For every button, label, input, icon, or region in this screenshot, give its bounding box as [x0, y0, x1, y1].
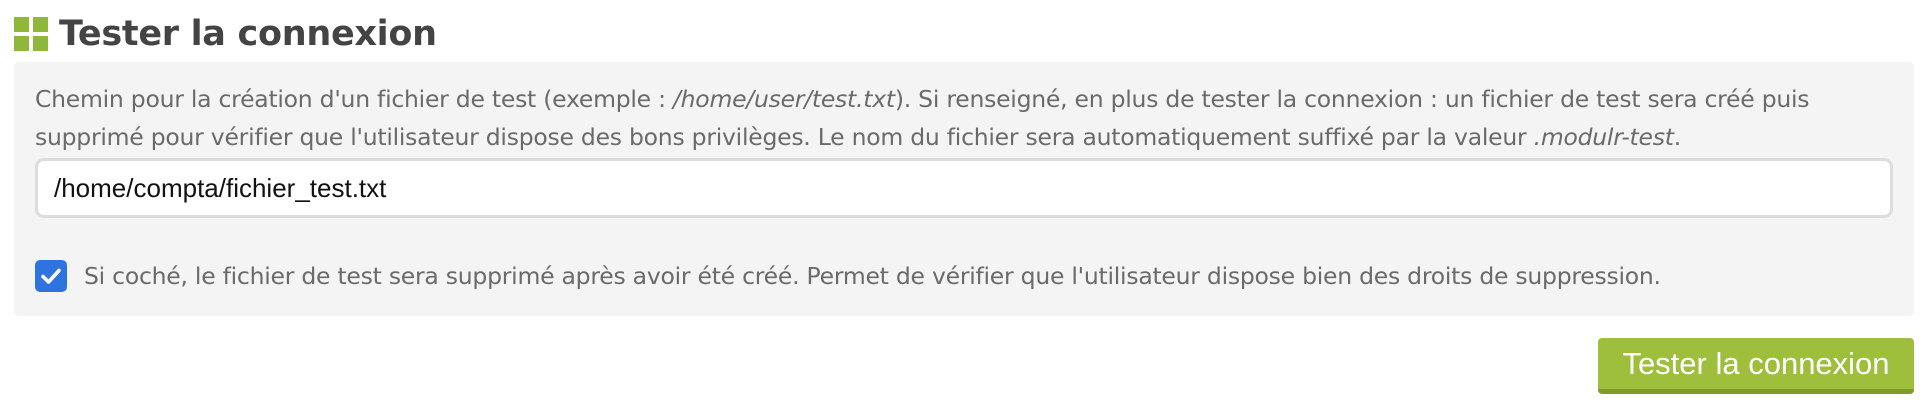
checkmark-icon: [41, 268, 61, 284]
section-header: Tester la connexion: [14, 10, 437, 58]
delete-option-label: Si coché, le fichier de test sera suppri…: [84, 262, 1661, 290]
delete-test-file-checkbox[interactable]: [35, 260, 67, 292]
delete-option-row: Si coché, le fichier de test sera suppri…: [35, 260, 1661, 292]
description-text-3: .: [1673, 123, 1681, 151]
test-connection-button[interactable]: Tester la connexion: [1598, 338, 1914, 394]
description-text-1: Chemin pour la création d'un fichier de …: [35, 85, 673, 113]
suffix-value: .modulr-test: [1533, 123, 1674, 151]
test-file-description: Chemin pour la création d'un fichier de …: [35, 80, 1895, 156]
example-path: /home/user/test.txt: [673, 85, 895, 113]
section-title: Tester la connexion: [59, 14, 437, 54]
test-file-panel: Chemin pour la création d'un fichier de …: [14, 62, 1914, 316]
grid-icon: [14, 17, 48, 51]
test-file-path-input[interactable]: [35, 158, 1893, 218]
